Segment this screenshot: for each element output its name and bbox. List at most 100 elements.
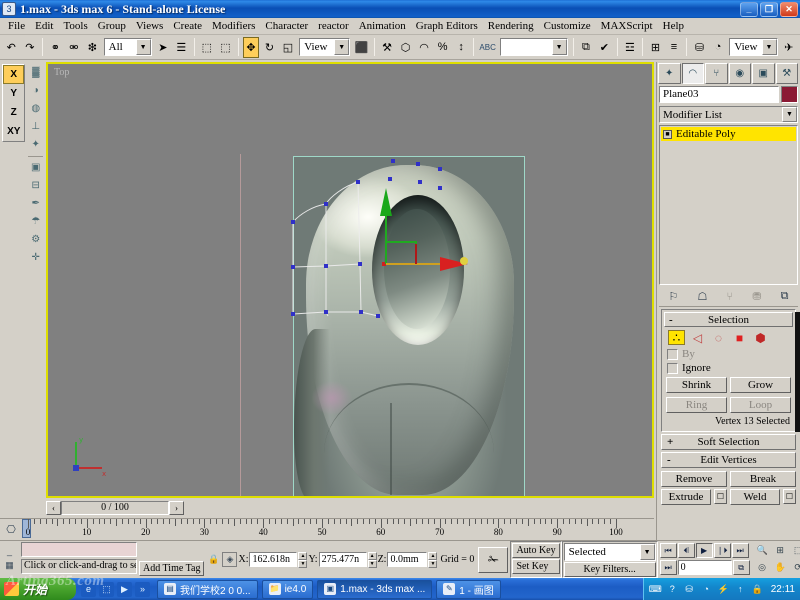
normal-align-icon[interactable]: ⊥ — [27, 118, 44, 135]
reference-coordinate-system-dropdown[interactable]: View ▼ — [299, 38, 351, 56]
next-frame-icon[interactable]: ❘⏵ — [713, 543, 731, 558]
zoom-icon[interactable]: 🔍 — [754, 543, 771, 558]
help-icon[interactable]: ? — [666, 583, 679, 596]
by-vertex-checkbox-row[interactable]: By — [664, 347, 793, 361]
polygon-level[interactable]: ■ — [731, 330, 748, 345]
vertex-level[interactable]: ∴ — [668, 330, 685, 345]
go-to-start-icon[interactable]: ⏮ — [659, 543, 677, 558]
material-editor-icon[interactable]: ▣ — [27, 159, 44, 176]
soft-selection-rollout-header[interactable]: + Soft Selection — [661, 434, 796, 450]
taskbar-task[interactable]: 📁 ie4.0 — [261, 579, 314, 599]
taskbar-task[interactable]: ▣ 1.max - 3ds max ... — [317, 579, 433, 599]
modifier-list-dropdown[interactable]: Modifier List ▼ — [659, 106, 798, 123]
menu-item-create[interactable]: Create — [168, 19, 207, 33]
auto-key-button[interactable]: Auto Key — [512, 543, 560, 558]
maxscript-listener-field[interactable] — [21, 542, 137, 557]
menu-item-animation[interactable]: Animation — [354, 19, 411, 33]
display-tab[interactable]: ▣ — [752, 63, 775, 84]
helper-icon[interactable]: ✛ — [27, 249, 44, 266]
menu-item-edit[interactable]: Edit — [30, 19, 58, 33]
media-player-icon[interactable]: ▶ — [117, 581, 132, 597]
named-selection-sets-icon[interactable]: ABC — [478, 36, 497, 58]
ignore-backfacing-checkbox[interactable] — [667, 362, 678, 374]
menu-item-help[interactable]: Help — [658, 19, 689, 33]
make-unique-icon[interactable]: ⑂ — [727, 291, 734, 303]
add-time-tag-button[interactable]: Add Time Tag — [139, 561, 205, 576]
keyboard-layout-icon[interactable]: ⌨ — [649, 583, 662, 596]
chevron-down-icon[interactable]: ▼ — [551, 39, 567, 55]
chevron-down-icon[interactable]: ▼ — [639, 544, 655, 560]
select-and-link-icon[interactable]: ⚭ — [47, 36, 64, 58]
track-bar[interactable]: ⎔ 0 10 20 30 40 50 60 70 80 90 100 — [0, 518, 654, 540]
stack-toggle-icon[interactable]: ■ — [663, 129, 672, 139]
menu-item-maxscript[interactable]: MAXScript — [596, 19, 658, 33]
menu-item-graph-editors[interactable]: Graph Editors — [411, 19, 483, 33]
select-and-manipulate-icon[interactable]: ⚒ — [378, 36, 396, 58]
menu-item-reactor[interactable]: reactor — [313, 19, 354, 33]
bind-to-space-warp-icon[interactable]: ❇ — [84, 36, 101, 58]
grow-button[interactable]: Grow — [730, 377, 791, 393]
show-desktop-icon[interactable]: ⬚ — [99, 581, 114, 597]
spinner-snap-toggle-icon[interactable]: ↕ — [452, 36, 470, 58]
modify-tab[interactable]: ◠ — [681, 63, 704, 84]
ignore-backfacing-checkbox-row[interactable]: Ignore — [664, 361, 793, 375]
axis-constraint-xy[interactable]: XY — [3, 122, 24, 141]
select-by-name-icon[interactable]: ☰ — [173, 36, 190, 58]
security-icon[interactable]: 🔒 — [751, 583, 764, 596]
coord-x-spinner[interactable]: ▲ ▼ — [298, 552, 308, 568]
menu-item-rendering[interactable]: Rendering — [483, 19, 539, 33]
ring-button[interactable]: Ring — [666, 397, 727, 413]
close-button[interactable]: ✕ — [780, 1, 798, 17]
align-icon[interactable]: ✔ — [596, 36, 613, 58]
menu-item-views[interactable]: Views — [131, 19, 168, 33]
remove-button[interactable]: Remove — [661, 471, 727, 487]
show-end-result-icon[interactable]: ☖ — [698, 290, 708, 303]
time-slider-value[interactable]: 0 / 100 — [61, 501, 169, 515]
key-mode-toggle-icon[interactable]: ✁ — [478, 546, 509, 573]
update-icon[interactable]: ↑ — [734, 583, 747, 596]
zoom-extents-icon[interactable]: ⬚ — [790, 543, 800, 558]
break-button[interactable]: Break — [730, 471, 796, 487]
internet-explorer-icon[interactable]: e — [81, 581, 96, 597]
pin-stack-icon[interactable]: ⚐ — [669, 290, 679, 303]
selection-filter-dropdown[interactable]: All ▼ — [103, 38, 152, 56]
place-highlight-icon[interactable]: ✦ — [27, 136, 44, 153]
reference-image-plane[interactable] — [293, 156, 525, 496]
motion-tab[interactable]: ◉ — [728, 63, 751, 84]
coord-y-spinner[interactable]: ▲ ▼ — [367, 552, 377, 568]
time-configuration-icon[interactable]: ⧉ — [732, 560, 750, 575]
absolute-relative-toggle-icon[interactable]: ◈ — [222, 552, 238, 567]
extrude-button[interactable]: Extrude — [661, 489, 711, 505]
open-mini-curve-editor-icon[interactable]: ⎔ — [0, 519, 22, 539]
hierarchy-tab[interactable]: ⑂ — [705, 63, 728, 84]
chevron-down-icon[interactable]: ▼ — [334, 39, 350, 55]
spacing-tool-icon[interactable]: ◍ — [27, 100, 44, 117]
snapshot-icon[interactable]: ◑ — [27, 82, 44, 99]
select-and-move-icon[interactable]: ✥ — [242, 36, 260, 58]
undo-icon[interactable]: ↶ — [3, 36, 20, 58]
lock-selection-icon[interactable]: 🔒 — [206, 552, 221, 567]
key-filters-button[interactable]: Key Filters... — [563, 562, 656, 577]
quick-render-icon[interactable]: ✈ — [780, 36, 798, 58]
create-tab[interactable]: ✦ — [658, 63, 681, 84]
rectangular-selection-region-icon[interactable]: ⬚ — [198, 36, 216, 58]
menu-item-tools[interactable]: Tools — [58, 19, 92, 33]
arc-rotate-icon[interactable]: ⟳ — [790, 560, 800, 575]
axis-constraint-y[interactable]: Y — [3, 84, 24, 103]
network-icon[interactable]: ⛁ — [683, 583, 696, 596]
light-lister-icon[interactable]: ✒ — [27, 195, 44, 212]
chevron-down-icon[interactable]: ▼ — [782, 107, 797, 122]
object-name-field[interactable]: Plane03 — [659, 86, 779, 103]
menu-item-character[interactable]: Character — [260, 19, 313, 33]
environment-icon[interactable]: ⚙ — [27, 231, 44, 248]
viewport-top[interactable]: Top y x — [46, 62, 654, 498]
messenger-icon[interactable]: ◔ — [700, 583, 713, 596]
redo-icon[interactable]: ↷ — [21, 36, 39, 58]
named-selection-sets-dropdown[interactable]: ▼ — [499, 38, 568, 56]
more-quicklaunch-icon[interactable]: » — [135, 581, 150, 597]
layer-manager-icon[interactable]: ☲ — [621, 36, 639, 58]
coord-x-field[interactable]: 162.618n — [249, 552, 298, 567]
chevron-down-icon[interactable]: ▼ — [761, 39, 777, 55]
chevron-down-icon[interactable]: ▼ — [135, 39, 151, 55]
menu-item-modifiers[interactable]: Modifiers — [207, 19, 260, 33]
